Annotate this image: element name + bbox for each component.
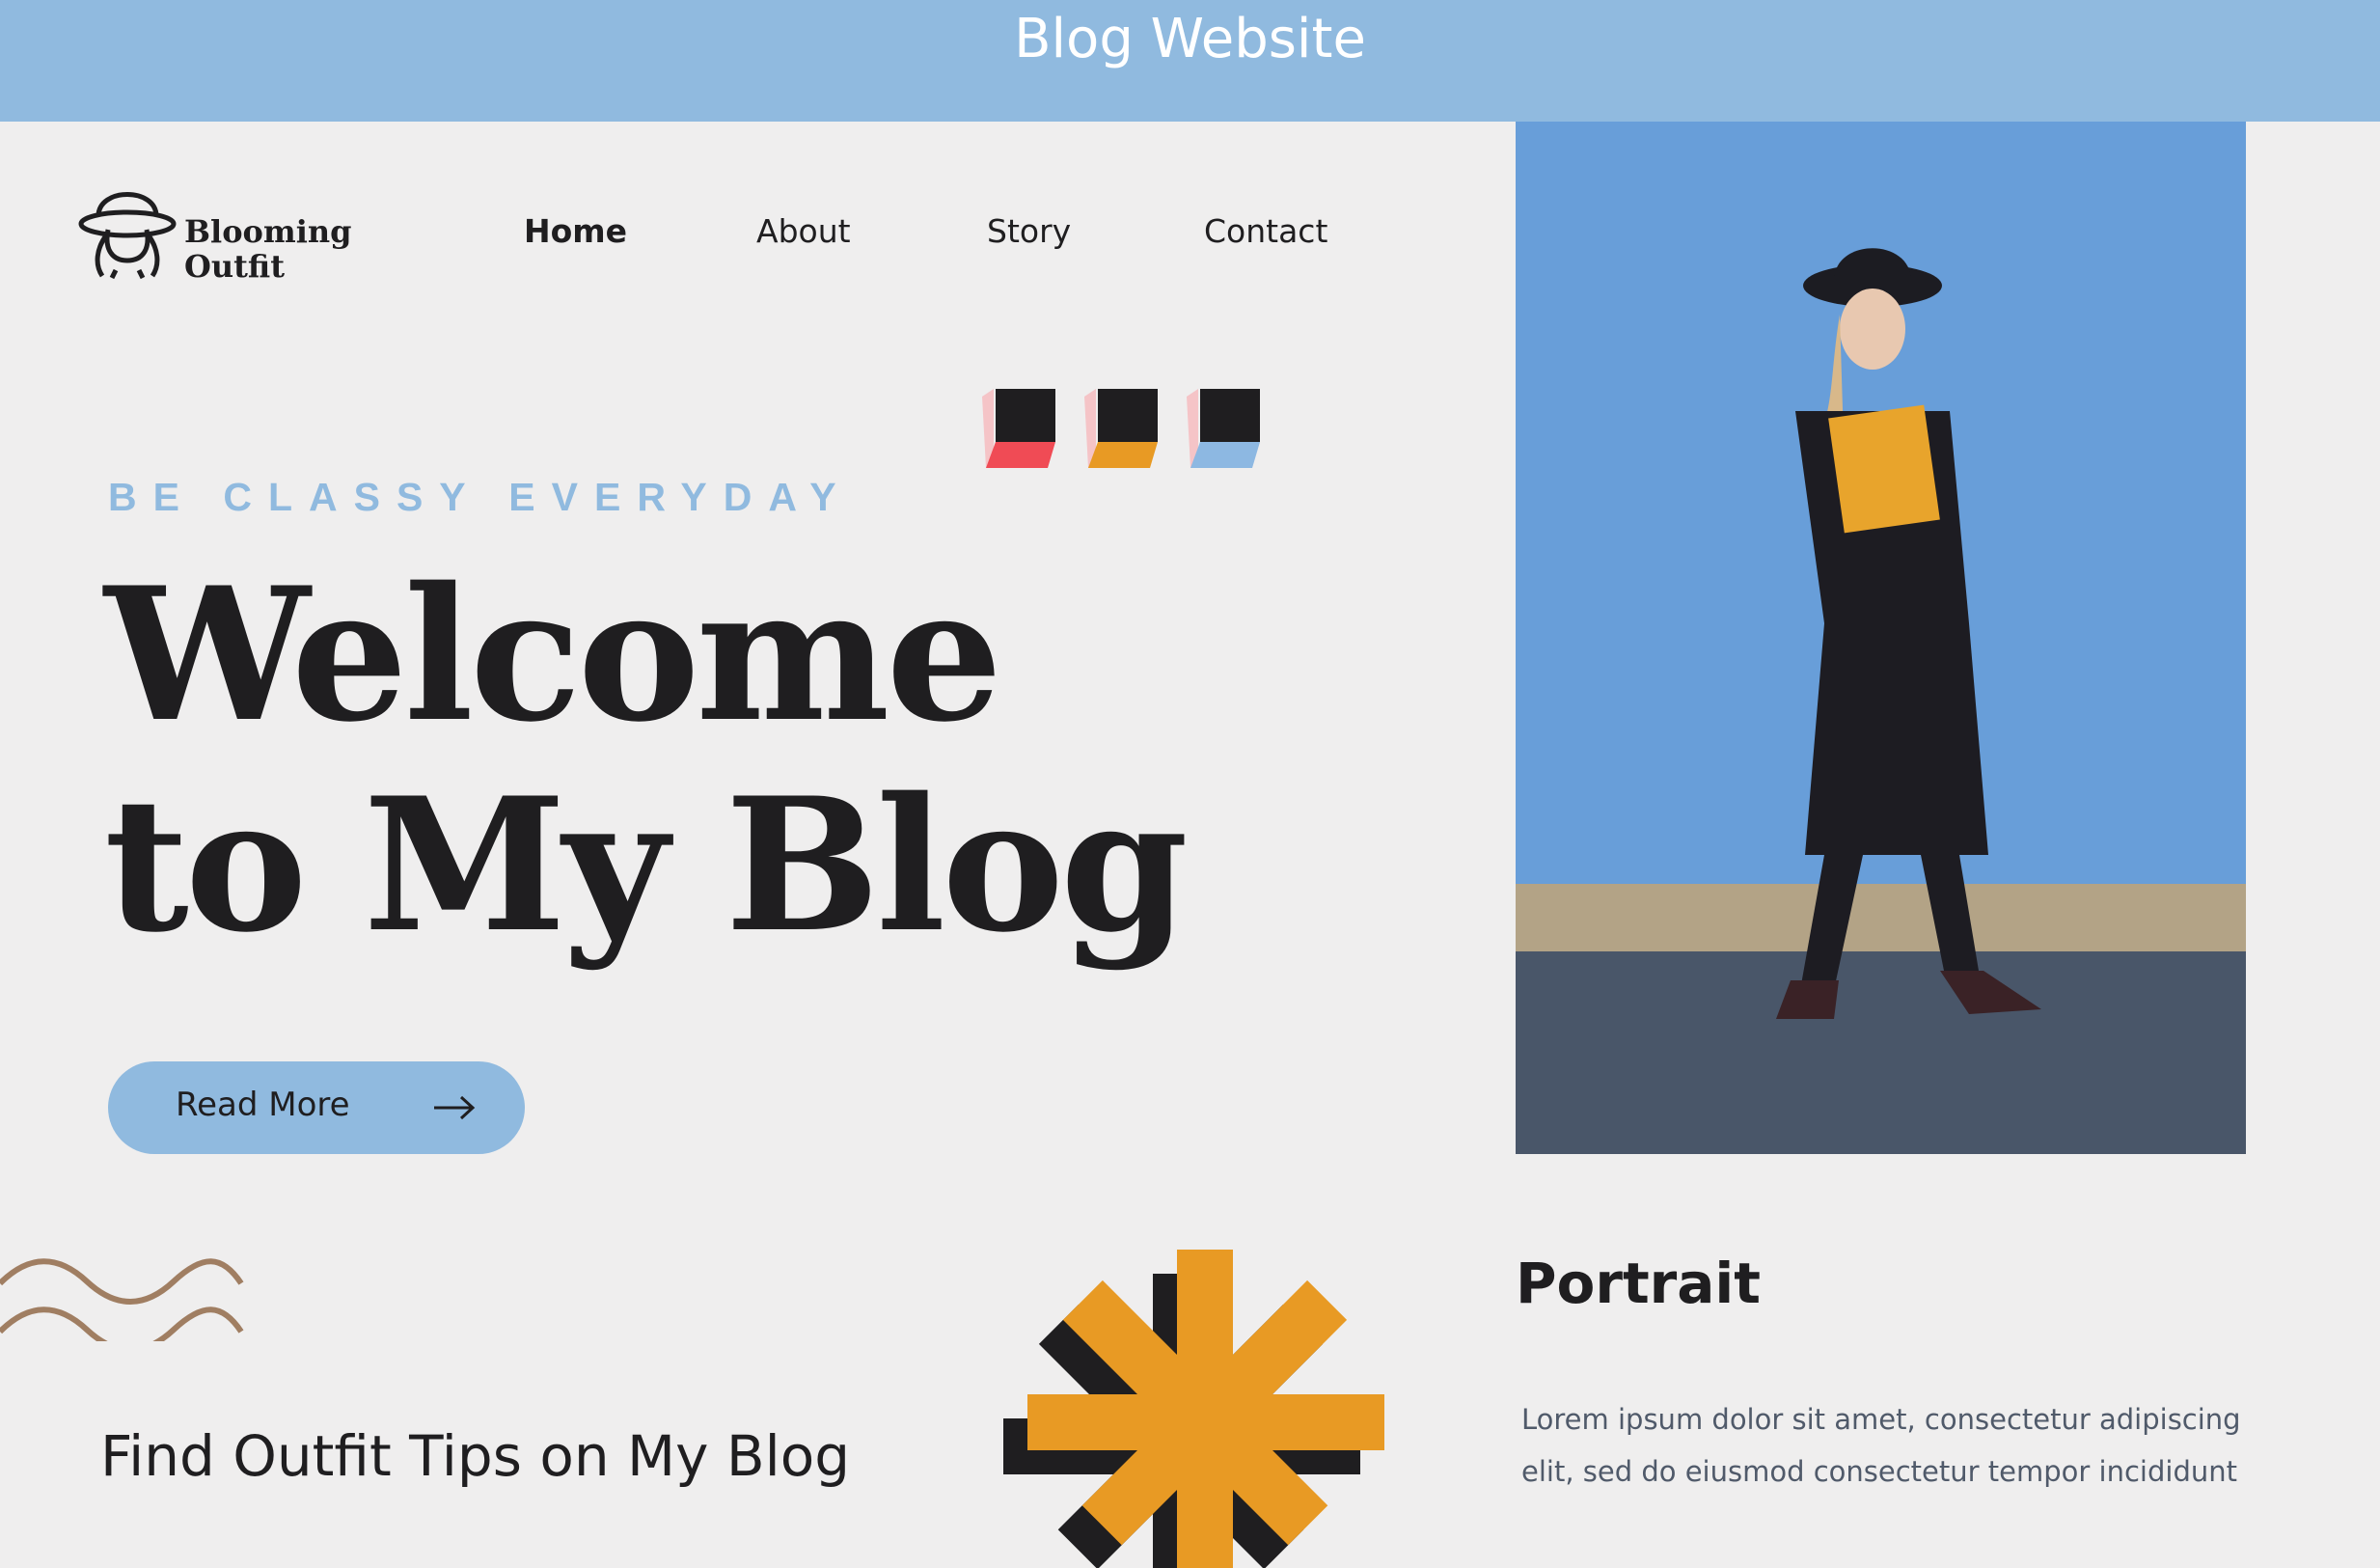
section-heading: Find Outfit Tips on My Blog [100,1423,851,1489]
nav-contact[interactable]: Contact [1204,212,1327,250]
headline-line1: Welcome [104,547,1002,762]
window-title: Blog Website [1014,8,1366,70]
read-more-label: Read More [176,1086,350,1124]
logo-line2: Outfit [184,248,285,285]
site-logo[interactable]: Blooming Outfit [77,181,367,288]
headline-line2: to My Blog [104,757,1189,973]
portrait-text: Lorem ipsum dolor sit amet, consectetur … [1521,1403,2241,1488]
portrait-title: Portrait [1516,1251,1762,1316]
woman-walking-photo [1516,122,2246,1154]
wave-decoration-icon [0,1258,244,1341]
decorative-cubes [982,389,1260,468]
cube-red-icon [982,389,1055,468]
asterisk-decoration-icon [1003,1250,1384,1568]
hat-woman-logo-icon [78,192,177,280]
arrow-right-icon [434,1095,476,1120]
nav-home[interactable]: Home [524,212,627,250]
hero-headline: Welcome to My Blog [104,550,1262,971]
hero-tagline: BE CLASSY EVERYDAY [108,475,853,519]
cube-orange-icon [1084,389,1158,468]
read-more-button[interactable]: Read More [108,1061,525,1154]
nav-about[interactable]: About [756,212,851,250]
window-title-bar: Blog Website [0,0,2380,122]
nav-story[interactable]: Story [987,212,1071,250]
cube-blue-icon [1187,389,1260,468]
hero-photo [1516,122,2246,1154]
logo-line1: Blooming [184,213,352,250]
logo-text: Blooming Outfit [184,214,352,284]
